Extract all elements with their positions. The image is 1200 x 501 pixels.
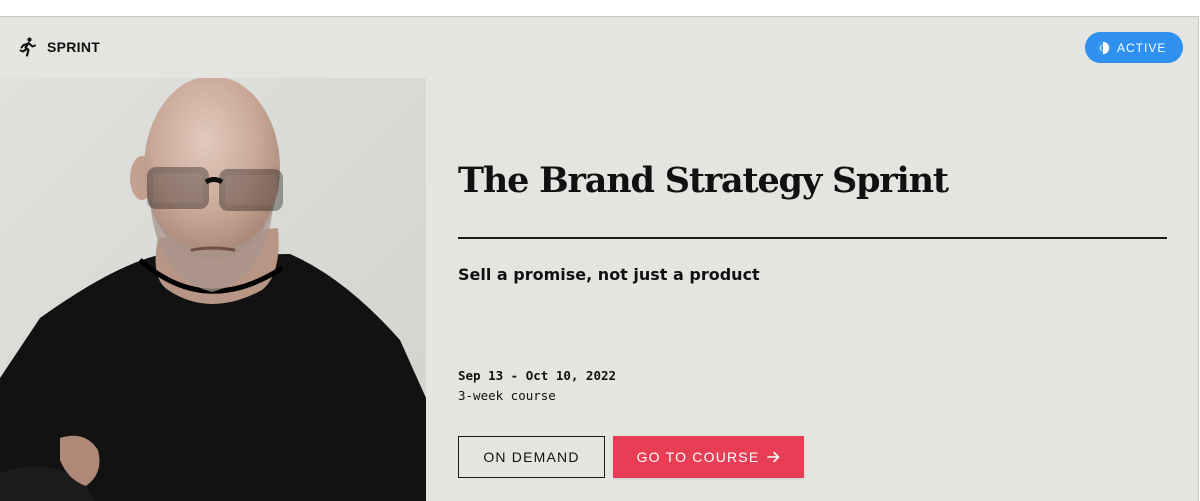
course-card: SPRINT ACTIVE The Brand Strategy Sprint … — [0, 16, 1199, 501]
course-details: The Brand Strategy Sprint Sell a promise… — [458, 78, 1168, 501]
half-circle-progress-icon — [1096, 41, 1110, 55]
on-demand-label: ON DEMAND — [483, 449, 580, 465]
instructor-photo — [0, 78, 426, 501]
brand-label: SPRINT — [47, 39, 101, 55]
course-title: The Brand Strategy Sprint — [458, 160, 949, 201]
card-header: SPRINT ACTIVE — [0, 17, 1198, 77]
go-to-course-button[interactable]: GO TO COURSE — [613, 436, 804, 478]
course-tagline: Sell a promise, not just a product — [458, 265, 760, 284]
go-to-course-label: GO TO COURSE — [636, 449, 760, 465]
brand: SPRINT — [18, 37, 100, 57]
course-dates: Sep 13 - Oct 10, 2022 — [458, 368, 617, 383]
course-duration: 3-week course — [458, 388, 556, 403]
running-person-icon — [18, 37, 38, 57]
status-label: ACTIVE — [1117, 40, 1167, 55]
arrow-right-icon — [767, 451, 780, 463]
status-badge: ACTIVE — [1085, 32, 1183, 63]
on-demand-button[interactable]: ON DEMAND — [458, 436, 605, 478]
title-divider — [458, 237, 1167, 239]
